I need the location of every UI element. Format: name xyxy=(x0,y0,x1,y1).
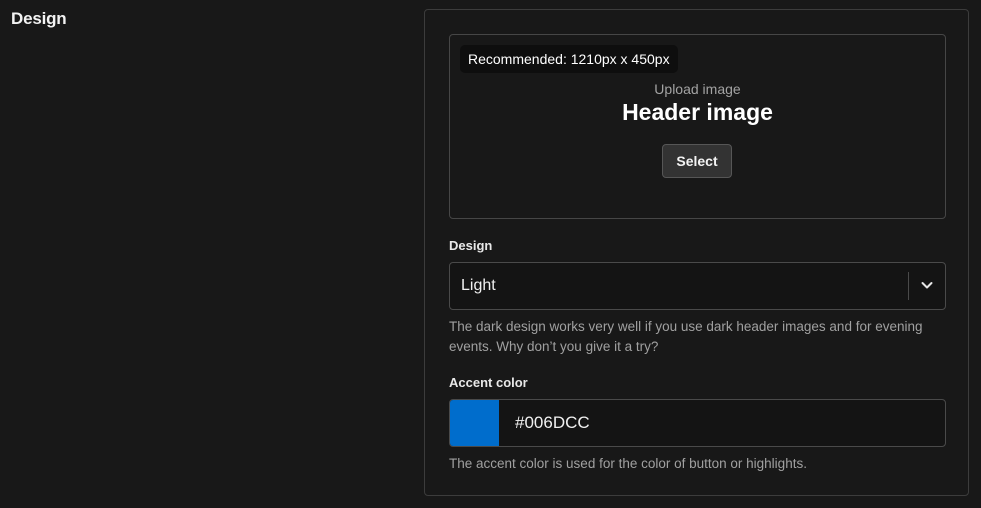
design-help-text: The dark design works very well if you u… xyxy=(449,319,923,354)
accent-color-label: Accent color xyxy=(449,375,528,390)
design-select-value: Light xyxy=(461,277,496,294)
section-title: Design xyxy=(11,9,67,28)
upload-subtitle: Upload image xyxy=(654,81,741,97)
header-image-upload[interactable]: Recommended: 1210px x 450px Upload image… xyxy=(449,34,946,219)
accent-color-input[interactable] xyxy=(499,400,945,446)
recommended-size-badge: Recommended: 1210px x 450px xyxy=(460,45,678,73)
select-image-button[interactable]: Select xyxy=(662,144,732,178)
design-settings-panel: Recommended: 1210px x 450px Upload image… xyxy=(424,9,969,496)
accent-color-field xyxy=(449,399,946,447)
design-label: Design xyxy=(449,238,493,253)
accent-help-text: The accent color is used for the color o… xyxy=(449,456,807,471)
design-select[interactable]: Light xyxy=(449,262,946,310)
dropdown-divider xyxy=(908,272,909,300)
upload-title: Header image xyxy=(622,99,773,125)
chevron-down-icon[interactable] xyxy=(920,278,934,292)
accent-color-swatch[interactable] xyxy=(450,400,499,446)
